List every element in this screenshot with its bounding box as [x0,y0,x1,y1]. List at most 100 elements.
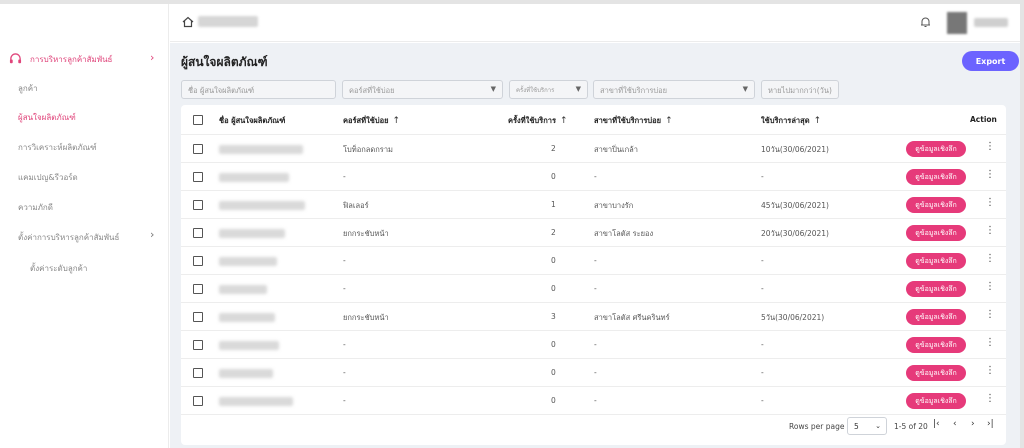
table-row[interactable]: - 0 - - ดูข้อมูลเชิงลึก ⋮ [181,247,1006,275]
sidebar-item-product-analysis[interactable]: การวิเคราะห์ผลิตภัณฑ์ [18,141,97,154]
name-search-input[interactable]: ชื่อ ผู้สนใจผลิตภัณฑ์ [181,80,336,99]
branch-select[interactable]: สาขาที่ใช้บริการบ่อย ▼ [593,80,755,99]
row-branch: - [594,256,597,265]
row-course: ฟิลเลอร์ [343,201,369,210]
row-checkbox[interactable] [193,284,203,294]
row-checkbox[interactable] [193,200,203,210]
row-name [219,201,305,210]
page-title: ผู้สนใจผลิตภัณฑ์ [181,55,268,69]
export-button[interactable]: Export [962,51,1019,71]
view-detail-button[interactable]: ดูข้อมูลเชิงลึก [906,337,966,353]
row-checkbox[interactable] [193,228,203,238]
prev-page-icon[interactable]: ‹ [953,419,957,429]
sidebar-group-label: การบริหารลูกค้าสัมพันธ์ [30,55,113,64]
table-header: ชื่อ ผู้สนใจผลิตภัณฑ์ คอร์สที่ใช้บ่อย ↑ ค… [181,105,1006,135]
count-select-placeholder: ครั้งที่ใช้บริการ [516,87,555,94]
breadcrumb [198,16,258,27]
kebab-icon[interactable]: ⋮ [985,393,995,404]
course-select[interactable]: คอร์สที่ใช้บ่อย ▼ [342,80,503,99]
chevron-down-icon: ⌄ [875,422,881,430]
view-detail-button[interactable]: ดูข้อมูลเชิงลึก [906,253,966,269]
kebab-icon[interactable]: ⋮ [985,281,995,292]
row-branch: - [594,172,597,181]
row-name [219,397,293,406]
kebab-icon[interactable]: ⋮ [985,309,995,320]
row-course: โบท็อกลดกราม [343,145,393,154]
sidebar-item-interested[interactable]: ผู้สนใจผลิตภัณฑ์ [18,111,76,124]
last-page-icon[interactable]: ›| [987,419,994,429]
arrow-up-icon: ↑ [813,116,822,126]
row-checkbox[interactable] [193,144,203,154]
kebab-icon[interactable]: ⋮ [985,225,995,236]
sidebar-item-campaign[interactable]: แคมเปญ&รีวอร์ด [18,171,78,184]
arrow-up-icon: ↑ [392,116,401,126]
rows-per-page-label: Rows per page [789,422,845,431]
table-row[interactable]: - 0 - - ดูข้อมูลเชิงลึก ⋮ [181,163,1006,191]
column-header-count[interactable]: ครั้งที่ใช้บริการ ↑ [508,115,568,127]
first-page-icon[interactable]: |‹ [933,419,940,429]
user-name[interactable] [974,18,1008,27]
view-detail-button[interactable]: ดูข้อมูลเชิงลึก [906,365,966,381]
count-select[interactable]: ครั้งที่ใช้บริการ ▼ [509,80,588,99]
row-checkbox[interactable] [193,396,203,406]
select-all-checkbox[interactable] [193,115,203,125]
table-row[interactable]: โบท็อกลดกราม 2 สาขาปิ่นเกล้า 10วัน(30/06/20… [181,135,1006,163]
sidebar-item-loyalty[interactable]: ความภักดี [18,201,53,214]
row-checkbox[interactable] [193,368,203,378]
row-name [219,173,289,182]
row-last-used: 5วัน(30/06/2021) [761,313,825,322]
row-count: 0 [551,368,556,377]
view-detail-button[interactable]: ดูข้อมูลเชิงลึก [906,169,966,185]
sidebar-group-crm[interactable]: การบริหารลูกค้าสัมพันธ์ › [0,48,169,72]
row-checkbox[interactable] [193,340,203,350]
view-detail-button[interactable]: ดูข้อมูลเชิงลึก [906,141,966,157]
table-row[interactable]: - 0 - - ดูข้อมูลเชิงลึก ⋮ [181,275,1006,303]
column-header-branch[interactable]: สาขาที่ใช้บริการบ่อย ↑ [594,115,673,127]
column-header-count-label: ครั้งที่ใช้บริการ [508,116,556,125]
row-count: 3 [551,312,556,321]
sidebar: การบริหารลูกค้าสัมพันธ์ › ลูกค้า ผู้สนใจ… [0,4,169,448]
kebab-icon[interactable]: ⋮ [985,253,995,264]
view-detail-button[interactable]: ดูข้อมูลเชิงลึก [906,309,966,325]
home-icon[interactable] [182,16,194,28]
next-page-icon[interactable]: › [971,419,975,429]
row-checkbox[interactable] [193,172,203,182]
table-row[interactable]: ฟิลเลอร์ 1 สาขาบางรัก 45วัน(30/06/2021) ดูข้… [181,191,1006,219]
row-count: 0 [551,396,556,405]
days-missing-input[interactable]: หายไปมากกว่า(วัน) [761,80,839,99]
column-header-course[interactable]: คอร์สที่ใช้บ่อย ↑ [343,115,400,127]
kebab-icon[interactable]: ⋮ [985,365,995,376]
row-checkbox[interactable] [193,256,203,266]
kebab-icon[interactable]: ⋮ [985,197,995,208]
column-header-action: Action [970,115,997,124]
top-header [170,4,1020,42]
row-name [219,257,277,266]
row-branch: - [594,396,597,405]
view-detail-button[interactable]: ดูข้อมูลเชิงลึก [906,393,966,409]
row-count: 0 [551,340,556,349]
row-name [219,369,273,378]
row-course: - [343,256,346,265]
avatar[interactable] [947,12,967,34]
sidebar-item-customer-level[interactable]: ตั้งค่าระดับลูกค้า [30,262,87,275]
headset-icon [9,53,22,64]
view-detail-button[interactable]: ดูข้อมูลเชิงลึก [906,225,966,241]
table-row[interactable]: ยกกระชับหน้า 2 สาขาโลตัส ระยอง 20วัน(30/06/… [181,219,1006,247]
kebab-icon[interactable]: ⋮ [985,141,995,152]
row-checkbox[interactable] [193,312,203,322]
table-row[interactable]: ยกกระชับหน้า 3 สาขาโลตัส ศรีนครินทร์ 5วัน(3… [181,303,1006,331]
sidebar-item-crm-settings[interactable]: ตั้งค่าการบริหารลูกค้าสัมพันธ์ [18,231,119,244]
sidebar-item-customers[interactable]: ลูกค้า [18,82,38,95]
column-header-name[interactable]: ชื่อ ผู้สนใจผลิตภัณฑ์ [219,115,285,127]
kebab-icon[interactable]: ⋮ [985,169,995,180]
caret-down-icon: ▼ [490,85,496,93]
kebab-icon[interactable]: ⋮ [985,337,995,348]
table-row[interactable]: - 0 - - ดูข้อมูลเชิงลึก ⋮ [181,359,1006,387]
view-detail-button[interactable]: ดูข้อมูลเชิงลึก [906,281,966,297]
bell-icon[interactable] [920,16,931,28]
row-branch: สาขาปิ่นเกล้า [594,145,638,154]
column-header-last-used[interactable]: ใช้บริการล่าสุด ↑ [761,115,821,127]
rows-per-page-select[interactable]: 5 ⌄ [847,417,887,435]
table-row[interactable]: - 0 - - ดูข้อมูลเชิงลึก ⋮ [181,331,1006,359]
view-detail-button[interactable]: ดูข้อมูลเชิงลึก [906,197,966,213]
